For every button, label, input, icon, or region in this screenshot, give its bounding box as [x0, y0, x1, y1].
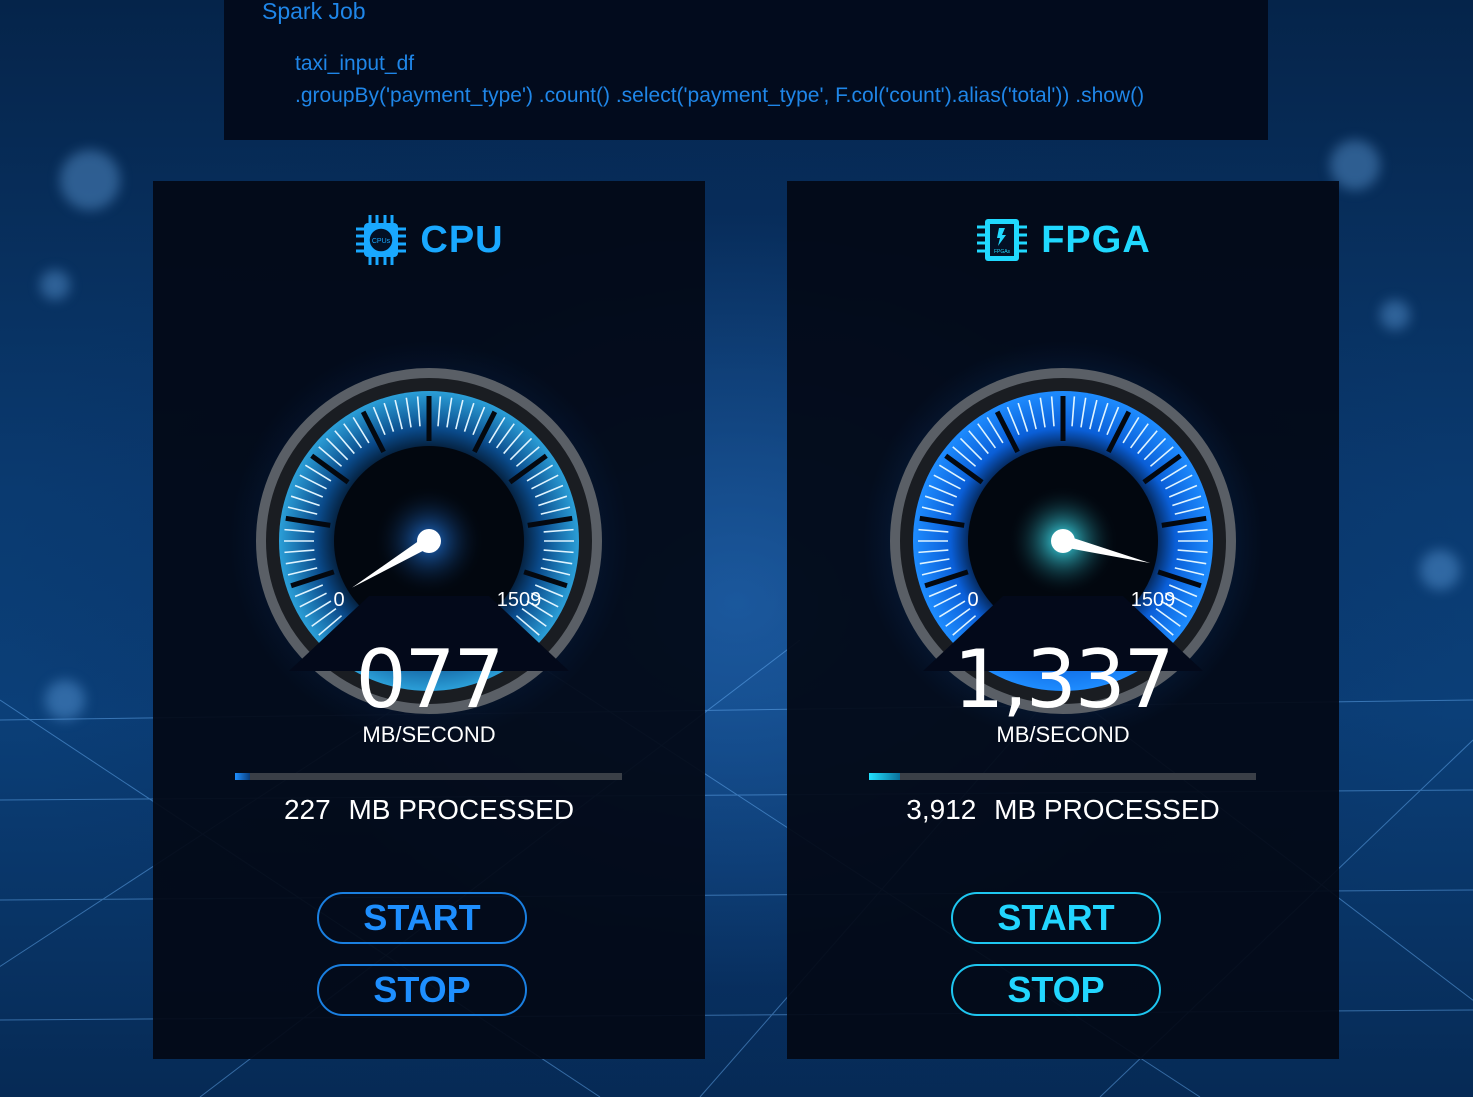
- background-bokeh: [60, 150, 120, 210]
- cpu-processed: 227 MB PROCESSED: [153, 794, 705, 826]
- fpga-title: FPGA: [1041, 218, 1151, 261]
- fpga-gauge-min-label: 0: [967, 589, 978, 611]
- code-line: taxi_input_df: [295, 52, 415, 75]
- cpu-gauge-max-label: 1509: [497, 589, 542, 611]
- code-panel: Spark Job taxi_input_df .groupBy('paymen…: [224, 0, 1268, 140]
- fpga-processed: 3,912 MB PROCESSED: [787, 794, 1339, 826]
- cpu-start-button[interactable]: START: [317, 892, 527, 944]
- fpga-start-button[interactable]: START: [951, 892, 1161, 944]
- background-bokeh: [40, 270, 70, 300]
- code-line: .groupBy('payment_type') .count() .selec…: [295, 84, 1145, 107]
- fpga-speed-unit: MB/SECOND: [996, 722, 1130, 747]
- fpga-stop-button[interactable]: STOP: [951, 964, 1161, 1016]
- cpu-progress-fill: [235, 773, 251, 780]
- cpu-card: CPUs CPU 0 1509 077 MB/SECOND 227 MB PROC…: [153, 181, 705, 1059]
- fpga-progress-fill: [869, 773, 900, 780]
- fpga-progress-bar: [869, 773, 1256, 780]
- cpu-header: CPUs CPU: [153, 215, 705, 265]
- cpu-speed-unit: MB/SECOND: [362, 722, 496, 747]
- cpu-chip-icon: CPUs: [356, 215, 407, 265]
- cpu-processed-value: 227: [283, 794, 331, 825]
- cpu-chip-label: CPUs: [372, 238, 391, 245]
- cpu-gauge-needle-cap: [417, 529, 441, 553]
- cpu-gauge-min-label: 0: [333, 589, 344, 611]
- cpu-stop-button[interactable]: STOP: [317, 964, 527, 1016]
- cpu-speed-value: 077: [355, 633, 505, 726]
- fpga-gauge-needle-cap: [1051, 529, 1075, 553]
- fpga-card: FPGAs FPGA 0 1509 1,337 MB/SECOND 3,912 M…: [787, 181, 1339, 1059]
- background-bokeh: [1380, 300, 1410, 330]
- cpu-title: CPU: [420, 218, 504, 261]
- fpga-gauge-max-label: 1509: [1131, 589, 1176, 611]
- fpga-header: FPGAs FPGA: [787, 215, 1339, 265]
- fpga-chip-label: FPGAs: [994, 249, 1011, 255]
- fpga-chip-icon: FPGAs: [977, 219, 1028, 261]
- background-bokeh: [1420, 550, 1460, 590]
- code-title: Spark Job: [262, 0, 366, 24]
- cpu-progress-bar: [235, 773, 622, 780]
- fpga-speed-value: 1,337: [953, 633, 1174, 726]
- fpga-processed-label: MB PROCESSED: [994, 794, 1220, 825]
- fpga-processed-value: 3,912: [906, 794, 977, 825]
- cpu-processed-label: MB PROCESSED: [348, 794, 575, 825]
